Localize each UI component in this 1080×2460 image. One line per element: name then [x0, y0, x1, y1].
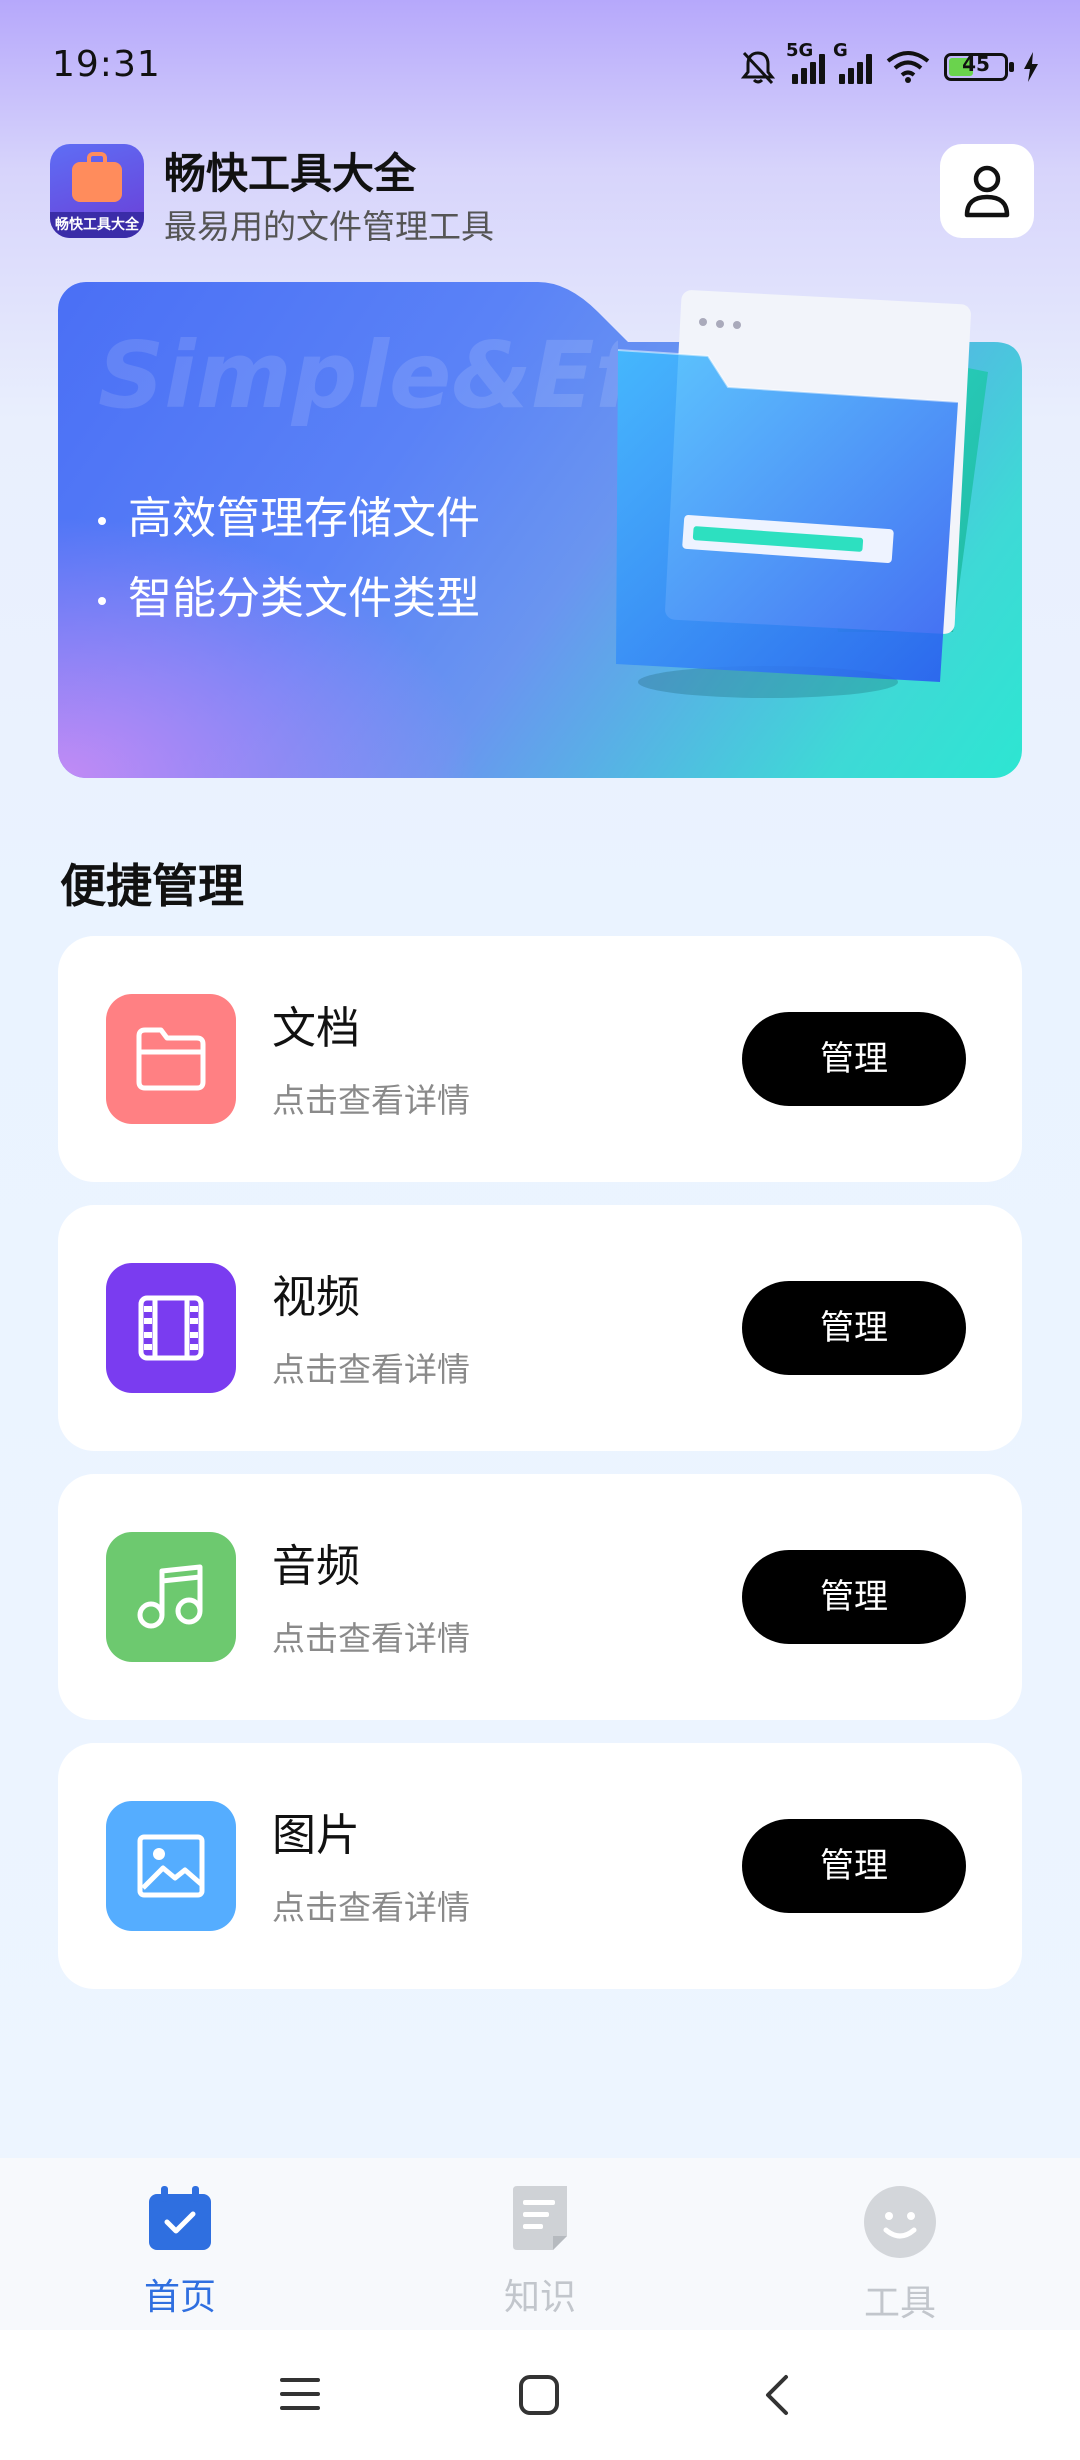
banner-bullet: 高效管理存储文件	[98, 482, 480, 546]
card-images[interactable]: 图片 点击查看详情 管理	[58, 1743, 1022, 1989]
nav-tools[interactable]: 工具	[800, 2184, 1000, 2326]
image-icon	[137, 1834, 205, 1898]
app-name: 畅快工具大全	[164, 149, 417, 198]
battery-icon: 45	[944, 52, 1014, 81]
nav-knowledge[interactable]: 知识	[440, 2184, 640, 2320]
nav-home-label: 首页	[143, 2277, 216, 2318]
status-icons: 5G G 45	[738, 40, 1040, 92]
charging-icon	[1024, 52, 1038, 82]
nav-tools-label: 工具	[863, 2283, 936, 2324]
card-audio[interactable]: 音频 点击查看详情 管理	[58, 1474, 1022, 1720]
film-icon	[138, 1295, 204, 1361]
promo-banner[interactable]: Simple&Efficient 高效管理存储文件 智能分类文件类型	[58, 282, 1022, 778]
status-time: 19:31	[52, 44, 161, 85]
card-subtitle: 点击查看详情	[272, 1619, 470, 1658]
music-note-icon	[137, 1564, 203, 1629]
card-title: 图片	[272, 1810, 360, 1861]
status-bar: 19:31 5G G 45	[0, 0, 1080, 130]
card-subtitle: 点击查看详情	[272, 1081, 470, 1120]
folder-icon	[136, 1027, 206, 1091]
wifi-icon	[886, 51, 930, 83]
manage-button[interactable]: 管理	[742, 1819, 966, 1913]
back-icon[interactable]	[762, 2374, 792, 2416]
videos-icon-box	[106, 1263, 236, 1393]
home-icon[interactable]	[518, 2374, 560, 2416]
documents-icon-box	[106, 994, 236, 1124]
audio-icon-box	[106, 1532, 236, 1662]
card-title: 文档	[272, 1003, 360, 1054]
bottom-nav: 首页 知识 工具	[0, 2158, 1080, 2330]
app-subtitle: 最易用的文件管理工具	[164, 207, 494, 246]
banner-watermark: Simple&Efficient	[98, 322, 618, 429]
card-videos[interactable]: 视频 点击查看详情 管理	[58, 1205, 1022, 1451]
card-subtitle: 点击查看详情	[272, 1350, 470, 1389]
nav-home[interactable]: 首页	[80, 2184, 280, 2320]
bell-muted-icon	[740, 51, 776, 85]
profile-button[interactable]	[940, 144, 1034, 238]
card-title: 音频	[272, 1541, 360, 1592]
images-icon-box	[106, 1801, 236, 1931]
user-icon	[964, 165, 1010, 218]
banner-bullet: 智能分类文件类型	[98, 562, 480, 626]
system-nav-bar	[0, 2330, 1080, 2460]
card-title: 视频	[272, 1272, 360, 1323]
manage-button[interactable]: 管理	[742, 1550, 966, 1644]
smiley-icon	[864, 2186, 936, 2258]
section-title: 便捷管理	[60, 859, 244, 913]
card-subtitle: 点击查看详情	[272, 1888, 470, 1927]
signal-icon-2: G	[833, 40, 872, 84]
nav-knowledge-label: 知识	[503, 2277, 576, 2318]
card-documents[interactable]: 文档 点击查看详情 管理	[58, 936, 1022, 1182]
manage-button[interactable]: 管理	[742, 1281, 966, 1375]
app-logo: 畅快工具大全	[50, 144, 144, 238]
calendar-check-icon	[149, 2186, 211, 2250]
signal-icon-1: 5G	[786, 40, 825, 84]
manage-button[interactable]: 管理	[742, 1012, 966, 1106]
menu-icon[interactable]	[280, 2376, 320, 2412]
folder-illustration	[616, 290, 988, 698]
document-icon	[513, 2186, 567, 2250]
